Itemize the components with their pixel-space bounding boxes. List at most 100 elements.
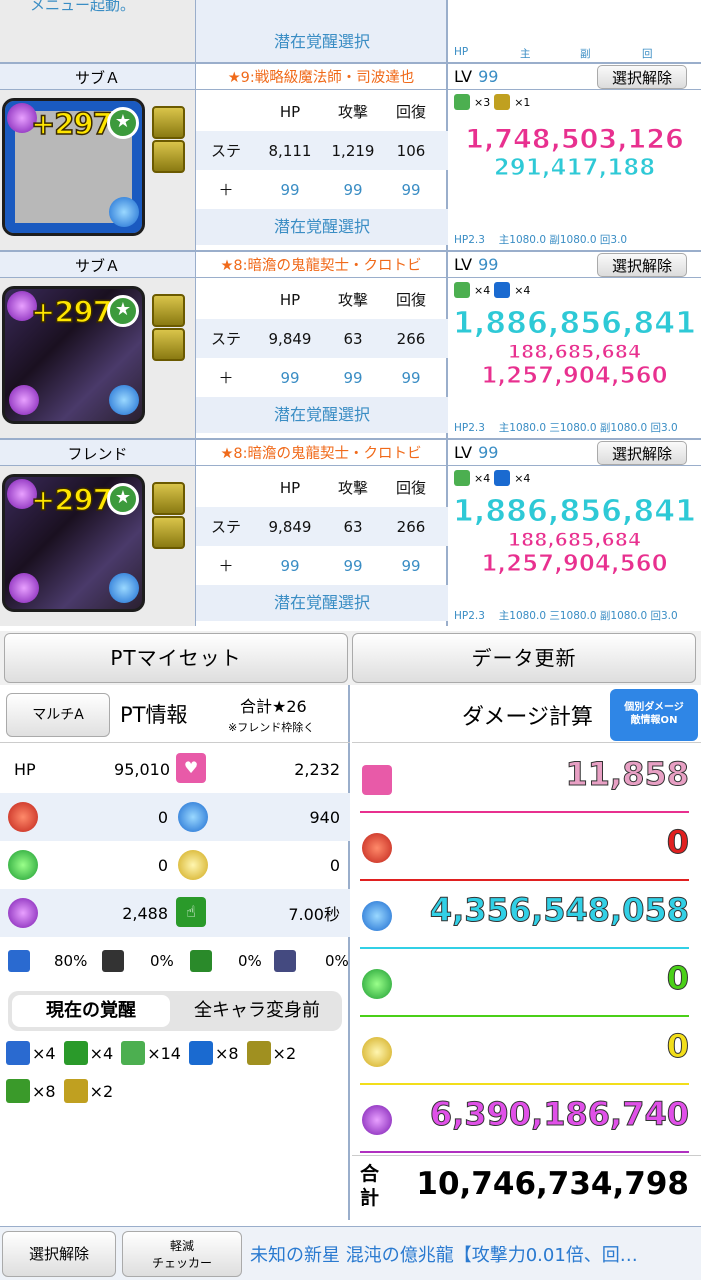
monster-name[interactable]: ★8:暗澹の鬼龍契士・クロトビ [196,250,446,278]
damage-row-heart: 11,858 [352,743,701,813]
deselect-button[interactable]: 選択解除 [596,440,687,465]
action-button-bar: PTマイセット データ更新 [0,631,701,685]
level-input[interactable]: 99 [478,443,498,462]
fire-orb-icon [8,802,38,832]
awaken-summary-row-2: ×8 ×2 [6,1079,113,1103]
sword-icon [494,94,511,110]
orb-jammer-icon [246,1041,271,1065]
damage-calc-title: ダメージ計算 [462,705,593,730]
app-root: メニュー起動。 潜在覚醒選択 HP 主 副 回 サブＡ +297 ★ ★9:戦略… [0,0,701,1280]
latent-awaken-button[interactable]: 潜在覚醒選択 [196,24,448,60]
team-slot: サブＡ +297 ★ ★8:暗澹の鬼龍契士・クロトビ HP 攻撃 回復 ステ 9… [0,250,701,438]
tab-all-chars[interactable]: 全キャラ変身前 [176,995,338,1027]
poison-resist-icon [274,950,296,972]
slot-awakenings: ×4 ×4 [454,470,701,486]
slot-main-damage: 1,748,503,126 [465,124,685,156]
plus-row: ＋ 99 99 99 [196,358,448,397]
latent-awaken-button[interactable]: 潜在覚醒選択 [196,397,448,433]
slot-sub-damage: 1,257,904,560 [481,363,668,390]
top-partial-slot: メニュー起動。 潜在覚醒選択 HP 主 副 回 [0,0,701,62]
individual-damage-toggle[interactable]: 個別ダメージ 敵情報ON [610,689,698,741]
sub-attr-orb-icon [109,385,139,415]
damage-value-light: 0 [666,1027,689,1066]
bind-resist-icon [6,1079,30,1103]
heart-icon: ♥ [176,753,206,783]
hp-plus-input[interactable]: 99 [256,557,324,575]
stat-row: ステ 9,849 63 266 [196,319,448,358]
hp-plus-input[interactable]: 99 [256,181,324,199]
sword-icon [63,1079,88,1103]
latent-awaken-button[interactable]: 潜在覚醒選択 [196,209,448,245]
hp-stat: 9,849 [268,517,312,536]
atk-stat: 1,219 [331,141,375,160]
friend-note: ※フレンド枠除く [228,721,315,734]
data-update-button[interactable]: データ更新 [352,633,696,683]
damage-reduction-checker-button[interactable]: 軽減 チェッカー [122,1231,242,1277]
multiplier-labels: HP2.3 主1080.0 三1080.0 副1080.0 回3.0 [454,422,678,434]
plus-row: ＋ 99 99 99 [196,546,448,585]
awaken-summary-row-1: ×4 ×4 ×14 ×8 ×2 [6,1041,296,1065]
level-input[interactable]: 99 [478,255,498,274]
damage-value-dark: 6,390,186,740 [429,1095,689,1134]
multi-a-button[interactable]: マルチA [6,693,110,737]
magnet-icon [188,1041,213,1065]
monster-portrait[interactable]: +297 ★ [2,98,145,236]
tab-current-awaken[interactable]: 現在の覚醒 [12,995,170,1027]
damage-row-wood: 0 [352,947,701,1017]
stat-row: ステ 8,111 1,219 106 [196,131,448,170]
heart-value: 2,232 [294,759,340,779]
sub-attr-orb-icon [109,197,139,227]
atk-stat: 63 [343,517,363,536]
total-star-label: 合計★26 [240,697,307,716]
combo-10-icon [454,470,470,486]
awaken-count: ×14 [121,1041,181,1065]
dungeon-link[interactable]: 未知の新星 混沌の億兆龍【攻撃力0.01倍、回… [250,1241,698,1267]
atk-plus-input[interactable]: 99 [324,557,382,575]
monster-name[interactable]: ★8:暗澹の鬼龍契士・クロトビ [196,438,446,466]
awaken-ability-icon [152,140,185,173]
atk-plus-input[interactable]: 99 [324,369,382,387]
latent-awaken-button[interactable]: 潜在覚醒選択 [196,585,448,621]
rcv-stat: 266 [396,329,426,348]
slot-sub-damage: 1,257,904,560 [481,551,668,578]
plus-row: ＋ 99 99 99 [196,170,448,209]
total-damage-row: 合計 10,746,734,798 [352,1155,701,1220]
monster-portrait[interactable]: +297 ★ [2,474,145,612]
hp-row: HP 95,010 ♥ 2,232 [0,745,350,793]
fire-orb-icon [362,833,392,863]
deselect-button[interactable]: 選択解除 [596,64,687,89]
monster-name[interactable]: ★9:戦略級魔法師・司波達也 [196,62,446,90]
dark-resist-icon [102,950,124,972]
awaken-ability-icon [152,328,185,361]
hp-plus-input[interactable]: 99 [256,369,324,387]
finger-icon [63,1041,88,1065]
damage-row-dark: 6,390,186,740 [352,1083,701,1153]
rcv-plus-input[interactable]: 99 [382,181,440,199]
plus-value: +297 [30,106,113,142]
slot-sub-damage: 291,417,188 [493,155,656,182]
monster-portrait[interactable]: +297 ★ [2,286,145,424]
atk-plus-input[interactable]: 99 [324,181,382,199]
awaken-count: ×2 [63,1079,113,1103]
dark-orb-icon [362,1105,392,1135]
level-input[interactable]: 99 [478,67,498,86]
damage-row-light: 0 [352,1015,701,1085]
skill-boost-icon [8,950,30,972]
awaken-ability-icon [152,294,185,327]
wood-light-row: 0 0 [0,841,350,889]
plus-value: +297 [30,482,113,518]
deselect-button[interactable]: 選択解除 [596,252,687,277]
footer-bar: 選択解除 軽減 チェッカー 未知の新星 混沌の億兆龍【攻撃力0.01倍、回… [0,1226,701,1280]
footer-deselect-button[interactable]: 選択解除 [2,1231,116,1277]
damage-calc-panel: ダメージ計算 個別ダメージ 敵情報ON 11,858 0 4,356,548,0… [352,685,701,1220]
damage-value-water: 4,356,548,058 [429,891,689,930]
assist-orb-icon [9,573,39,603]
water-orb-icon [178,802,208,832]
rcv-plus-input[interactable]: 99 [382,557,440,575]
pt-myset-button[interactable]: PTマイセット [4,633,348,683]
total-label: 合計 [360,1163,380,1209]
plus-value: +297 [30,294,113,330]
multiplier-labels: HP2.3 主1080.0 副1080.0 回3.0 [454,234,628,246]
stat-row: ステ 9,849 63 266 [196,507,448,546]
rcv-plus-input[interactable]: 99 [382,369,440,387]
